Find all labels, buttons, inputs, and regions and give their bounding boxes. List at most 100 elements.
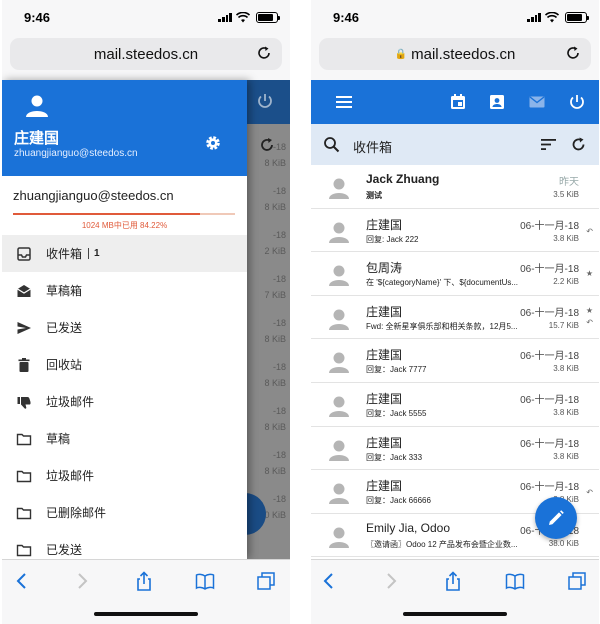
browser-toolbar — [2, 559, 290, 624]
status-bar: 9:46 — [311, 0, 599, 34]
folder-item[interactable]: 垃圾邮件 — [2, 383, 247, 420]
folder-item[interactable]: 已发送 — [2, 309, 247, 346]
background-date: -18 — [272, 406, 286, 416]
power-icon[interactable] — [568, 93, 586, 111]
mail-size: 38.0 KiB — [548, 538, 579, 548]
mail-size: 3.8 KiB — [553, 407, 579, 417]
url-text: mail.steedos.cn — [93, 45, 199, 63]
folder-list: 收件箱 1 草稿箱 已发送 回收站 垃圾邮件 草稿 垃圾邮件 已删除邮件 已发送 — [2, 235, 247, 559]
account-email: zhuangjianguo@steedos.cn — [13, 188, 174, 203]
pencil-icon — [549, 510, 564, 525]
mail-date: 06-十一月-18 — [520, 220, 579, 232]
url-text: mail.steedos.cn — [411, 45, 516, 63]
folder-label: 垃圾邮件 — [46, 395, 95, 409]
background-size: 2 KiB — [264, 246, 286, 256]
mail-row[interactable]: 庄建国 回复：Jack 5555 06-十一月-18 3.8 KiB — [311, 383, 599, 427]
share-icon[interactable] — [443, 571, 463, 591]
background-size: 8 KiB — [264, 158, 286, 168]
home-indicator — [94, 612, 198, 616]
folder-label: 回收站 — [46, 358, 83, 372]
bookmarks-icon[interactable] — [505, 571, 525, 591]
star-icon: ★ — [585, 269, 593, 279]
mail-date: 06-十一月-18 — [520, 307, 579, 319]
mail-sender: 包周涛 — [366, 261, 403, 276]
lock-icon: 🔒 — [394, 48, 408, 60]
calendar-icon[interactable] — [449, 93, 467, 111]
folder-label: 已发送 — [46, 321, 83, 335]
reload-icon[interactable] — [256, 45, 272, 61]
forward-icon[interactable] — [381, 571, 401, 591]
folder-label: 收件箱 — [46, 247, 83, 261]
wifi-icon — [236, 12, 250, 23]
background-size: 8 KiB — [264, 202, 286, 212]
mail-subject: 回复：Jack 7777 — [366, 365, 427, 375]
folder-item[interactable]: 垃圾邮件 — [2, 457, 247, 494]
folder-item[interactable]: 收件箱 1 — [2, 235, 247, 272]
mail-row[interactable]: 庄建国 回复: Jack 222 06-十一月-18 3.8 KiB ↶ — [311, 209, 599, 253]
mail-date: 昨天 — [559, 177, 579, 188]
compose-button[interactable] — [535, 497, 577, 539]
send-icon — [17, 321, 31, 334]
menu-icon[interactable] — [335, 93, 353, 111]
contacts-icon[interactable] — [488, 93, 506, 111]
folder-search-bar: 收件箱 — [311, 124, 599, 165]
folder-item[interactable]: 草稿 — [2, 420, 247, 457]
unread-count: 1 — [88, 248, 100, 259]
mail-sender: Jack Zhuang — [366, 172, 440, 186]
mail-sender: 庄建国 — [366, 217, 403, 232]
browser-toolbar — [311, 559, 599, 624]
user-name: 庄建国 — [14, 130, 60, 147]
background-date: -18 — [272, 362, 286, 372]
mail-row[interactable]: Jack Zhuang 测试 昨天 3.5 KiB — [311, 165, 599, 209]
user-email: zhuangjianguo@steedos.cn — [14, 148, 138, 159]
mail-sender: 庄建国 — [366, 348, 403, 363]
avatar-icon — [329, 440, 349, 461]
folder-item[interactable]: 回收站 — [2, 346, 247, 383]
address-bar[interactable]: mail.steedos.cn — [10, 38, 282, 70]
folder-item[interactable]: 已删除邮件 — [2, 494, 247, 531]
mail-row[interactable]: 庄建国 Fwd: 全新星享俱乐部和相关条款，12月5... 06-十一月-18 15.… — [311, 296, 599, 340]
mail-row[interactable]: 庄建国 回复：Jack 7777 06-十一月-18 3.8 KiB — [311, 339, 599, 383]
quota-fill — [13, 213, 200, 215]
address-bar[interactable]: 🔒 mail.steedos.cn — [319, 38, 591, 70]
avatar-icon — [329, 527, 349, 548]
mail-icon[interactable] — [528, 93, 546, 111]
reload-icon[interactable] — [565, 45, 581, 61]
mail-row[interactable]: 庄建国 回复：Jack 333 06-十一月-18 3.8 KiB — [311, 427, 599, 471]
status-time: 9:46 — [24, 10, 51, 25]
navigation-drawer: 庄建国 zhuangjianguo@steedos.cn zhuangjiang… — [2, 80, 247, 559]
tabs-icon[interactable] — [256, 571, 276, 591]
background-date: -18 — [272, 494, 286, 504]
mail-sender: 庄建国 — [366, 391, 403, 406]
folder-label: 草稿 — [46, 432, 71, 446]
background-size: 7 KiB — [264, 290, 286, 300]
battery-icon — [256, 12, 280, 23]
gear-icon[interactable] — [204, 134, 222, 152]
folder-item[interactable]: 已发送 — [2, 531, 247, 559]
mail-size: 2.2 KiB — [553, 277, 579, 287]
folder-icon — [16, 470, 32, 482]
refresh-icon — [261, 138, 273, 151]
drafts-icon — [17, 284, 31, 297]
folder-icon — [16, 544, 32, 556]
inbox-icon — [17, 246, 31, 261]
share-icon[interactable] — [134, 571, 154, 591]
mail-date: 06-十一月-18 — [520, 264, 579, 276]
app-toolbar — [311, 80, 599, 124]
bookmarks-icon[interactable] — [195, 571, 215, 591]
tabs-icon[interactable] — [567, 571, 587, 591]
folder-item[interactable]: 草稿箱 — [2, 272, 247, 309]
thumb-down-icon — [17, 396, 31, 409]
search-icon[interactable] — [323, 136, 340, 153]
mail-sender: 庄建国 — [366, 479, 403, 494]
sort-icon[interactable] — [540, 136, 557, 153]
mail-subject: Fwd: 全新星享俱乐部和相关条款，12月5... — [366, 321, 518, 331]
phone-screen-left: 9:46 mail.steedos.cn 昨天-188 KiB-188 KiB-… — [2, 0, 290, 624]
background-size: 8 KiB — [264, 334, 286, 344]
refresh-icon[interactable] — [570, 136, 587, 153]
forward-icon[interactable] — [72, 571, 92, 591]
back-icon[interactable] — [12, 571, 32, 591]
mail-row[interactable]: 包周涛在 '${categoryName}' 下、${documentUs...… — [311, 252, 599, 296]
back-icon[interactable] — [319, 571, 339, 591]
background-date: -18 — [272, 186, 286, 196]
